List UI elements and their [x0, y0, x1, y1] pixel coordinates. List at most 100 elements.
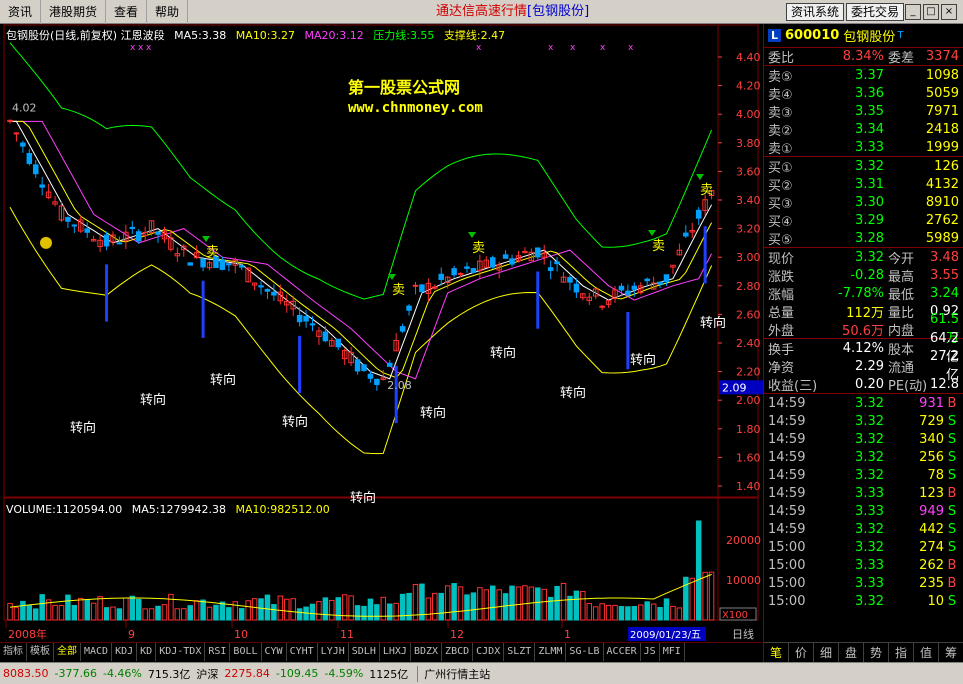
watermark-url: www.chnmoney.com [348, 100, 483, 116]
volume-bar [78, 597, 84, 621]
volume-bar [71, 604, 78, 621]
tab-zbcd[interactable]: ZBCD [442, 642, 474, 661]
quote-tab[interactable]: 值 [914, 643, 939, 662]
tab-指标[interactable]: 指标 [0, 642, 27, 661]
tab-cjdx[interactable]: CJDX [473, 642, 505, 661]
turn-signal-label: 转向 [70, 420, 96, 436]
volume-bar [361, 605, 367, 621]
station-name[interactable]: 广州行情主站 [417, 665, 493, 682]
candle-body [470, 268, 477, 273]
volume-bar [425, 597, 432, 621]
tab-模板[interactable]: 模板 [27, 642, 54, 661]
t-icon: T [897, 30, 904, 41]
quote-tab[interactable]: 细 [814, 643, 839, 662]
volume-bar [65, 594, 71, 621]
price-axis-label: 3.20 [736, 223, 761, 236]
tab-全部[interactable]: 全部 [54, 642, 81, 661]
tick-volume: 949 [919, 503, 944, 519]
tab-accer[interactable]: ACCER [604, 642, 641, 661]
tab-mfi[interactable]: MFI [660, 642, 685, 661]
volume-bar [586, 602, 593, 621]
turn-signal-label: 转向 [490, 345, 516, 361]
tab-cyw[interactable]: CYW [262, 642, 287, 661]
wb-value: 8.34% [842, 49, 884, 64]
stat-value: 3.48 [930, 249, 959, 265]
buys-label: 买② [768, 178, 793, 194]
trade-button[interactable]: 委托交易 [846, 3, 905, 21]
tick-time: 14:59 [768, 485, 806, 501]
close-icon[interactable]: × [941, 4, 957, 20]
volume-bar [245, 600, 251, 621]
candle-body [419, 284, 425, 293]
tick-direction: B [947, 575, 957, 591]
quote-tab[interactable]: 指 [889, 643, 914, 662]
sells-row: 卖④ 3.36 5059 [764, 84, 963, 103]
fund-label: 换手 [768, 342, 795, 358]
volume-bar [451, 583, 457, 621]
price-axis-label: 1.80 [736, 423, 761, 436]
sells-label: 卖⑤ [768, 69, 793, 85]
date-marker-label: 2009/01/23/五 [630, 630, 701, 641]
tick-direction: S [947, 521, 957, 537]
volume-bar [181, 608, 187, 621]
quote-tab[interactable]: 价 [789, 643, 814, 662]
tab-bdzx[interactable]: BDZX [411, 642, 443, 661]
volume-bar [605, 604, 612, 621]
indicator-legend: 包钢股份(日线,前复权) 江恩波段 MA5:3.38 MA10:3.27 MA2… [6, 27, 511, 43]
kline-chart[interactable]: 4.40 4.20 4.00 3.80 3.60 3.40 3.20 3.00 2.80 2.60… [0, 24, 763, 642]
tab-js[interactable]: JS [641, 642, 660, 661]
tab-slzt[interactable]: SLZT [504, 642, 536, 661]
tab-macd[interactable]: MACD [81, 642, 113, 661]
tick-row: 14:59 3.32 256 S [764, 448, 963, 466]
tick-direction: S [947, 467, 957, 483]
tick-volume: 262 [919, 557, 944, 573]
tab-zlmm[interactable]: ZLMM [535, 642, 567, 661]
tick-volume: 123 [919, 485, 944, 501]
maximize-icon[interactable]: □ [923, 4, 939, 20]
buys-volume: 8910 [925, 194, 959, 210]
quote-tab[interactable]: 笔 [764, 643, 789, 662]
tab-boll[interactable]: BOLL [230, 642, 262, 661]
tab-sdlh[interactable]: SDLH [349, 642, 380, 661]
volume-bar [554, 585, 560, 621]
quote-tab[interactable]: 筹 [939, 643, 963, 662]
tick-list: 14:59 3.32 931 B 14:59 3.32 729 S 14:59 3.32 340 S 1… [764, 394, 963, 610]
tab-kdj[interactable]: KDJ [112, 642, 138, 661]
quote-tab[interactable]: 势 [864, 643, 889, 662]
volume-bar [39, 594, 45, 621]
tab-cyht[interactable]: CYHT [287, 642, 318, 661]
volume-bar [258, 598, 264, 621]
tab-lyjh[interactable]: LYJH [318, 642, 349, 661]
menu-news[interactable]: 资讯 [0, 0, 42, 24]
minimize-icon[interactable]: _ [905, 4, 921, 20]
candle-body [26, 153, 33, 164]
quote-tab[interactable]: 盘 [839, 643, 864, 662]
tab-rsi[interactable]: RSI [205, 642, 231, 661]
volume-bar [612, 604, 618, 621]
sell-arrow-icon [202, 236, 210, 242]
buys-row: 买① 3.32 126 [764, 157, 963, 176]
menu-hk-futures[interactable]: 港股期货 [41, 0, 107, 24]
volume-bar [625, 606, 631, 621]
marker-x-icon: x [476, 43, 482, 53]
tab-kdj-tdx[interactable]: KDJ-TDX [156, 642, 206, 661]
volume-bar [644, 601, 650, 621]
volume-bar [702, 571, 708, 621]
stat-label: 内盘 [888, 323, 915, 339]
volume-bar [650, 603, 657, 621]
stat-label: 涨幅 [768, 287, 795, 303]
news-system-button[interactable]: 资讯系统 [786, 3, 845, 21]
tick-volume: 729 [919, 413, 944, 429]
candle-body [367, 373, 374, 379]
tick-row: 14:59 3.32 442 S [764, 520, 963, 538]
menu-view[interactable]: 查看 [106, 0, 148, 24]
kline-chart-area[interactable]: 4.40 4.20 4.00 3.80 3.60 3.40 3.20 3.00 2.80 2.60… [0, 24, 763, 642]
volume-bar [123, 597, 129, 621]
tab-kd[interactable]: KD [137, 642, 157, 661]
candle-body [271, 291, 277, 296]
menu-help[interactable]: 帮助 [147, 0, 189, 24]
volume-bar [135, 598, 142, 621]
tab-lhxj[interactable]: LHXJ [380, 642, 411, 661]
volume-bar [148, 608, 155, 621]
tab-sg-lb[interactable]: SG-LB [566, 642, 604, 661]
